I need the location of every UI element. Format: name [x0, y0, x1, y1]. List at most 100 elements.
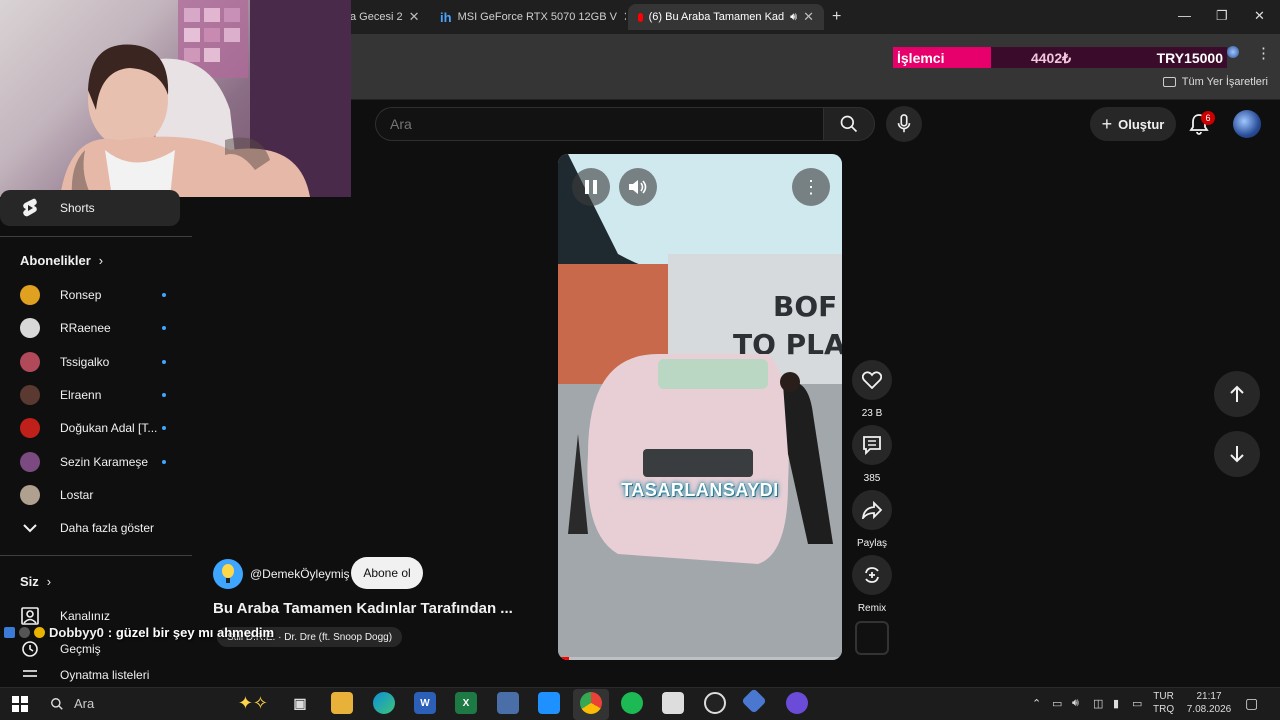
video-title[interactable]: Bu Araba Tamamen Kadınlar Tarafından ...: [213, 600, 543, 617]
browser-tab[interactable]: a Gecesi 2 ✕: [340, 4, 428, 30]
share-label: Paylaş: [856, 538, 887, 549]
chevron-right-icon: ›: [46, 574, 52, 589]
create-button[interactable]: + Oluştur: [1090, 107, 1176, 141]
store-icon[interactable]: [538, 692, 560, 714]
spotify-icon[interactable]: [621, 692, 643, 714]
taskbar-clock[interactable]: 21:17 7.08.2026: [1186, 690, 1232, 716]
tab-title: (6) Bu Araba Tamamen Kad: [648, 11, 785, 23]
keyboard-layout: TRQ: [1153, 704, 1175, 715]
like-action[interactable]: 23 B: [851, 360, 893, 419]
chevron-up-icon[interactable]: ⌃: [1032, 697, 1041, 710]
taskbar-search[interactable]: Ara ✦✧: [42, 689, 278, 718]
sound-thumbnail[interactable]: [855, 621, 889, 655]
plus-icon: +: [1101, 113, 1113, 134]
subscribe-button[interactable]: Abone ol: [351, 557, 423, 589]
speaker-icon[interactable]: 🔊︎: [790, 11, 797, 24]
volume-icon[interactable]: 🔊︎: [1072, 697, 1079, 710]
previous-short-button[interactable]: [1214, 371, 1260, 417]
channel-avatar[interactable]: [213, 559, 243, 589]
avatar: [20, 384, 40, 405]
discord-icon[interactable]: [786, 692, 808, 714]
all-bookmarks-button[interactable]: Tüm Yer İşaretleri: [1162, 76, 1268, 88]
close-icon[interactable]: ✕: [803, 9, 814, 25]
input-language[interactable]: TUR TRQ: [1153, 690, 1174, 716]
sidebar-item-subscription[interactable]: Ronsep: [0, 277, 180, 313]
like-button[interactable]: [852, 360, 892, 400]
sidebar-item-subscription[interactable]: RRaenee: [0, 310, 180, 346]
avatar: [20, 451, 40, 472]
search-input[interactable]: [375, 107, 823, 141]
search-button[interactable]: [823, 107, 875, 141]
comment-button[interactable]: [852, 425, 892, 465]
account-avatar[interactable]: [1233, 110, 1261, 138]
browser-tab[interactable]: ih MSI GeForce RTX 5070 12GB V ✕: [430, 4, 626, 30]
word-icon[interactable]: W: [414, 692, 436, 714]
share-action[interactable]: Paylaş: [851, 490, 893, 549]
clock-date: 7.08.2026: [1186, 704, 1232, 715]
excel-icon[interactable]: X: [455, 692, 477, 714]
video-caption: TASARLANSAYDI: [621, 480, 779, 500]
sidebar-item-subscription[interactable]: Sezin Karameşe: [0, 444, 180, 480]
task-view-icon[interactable]: ▣: [289, 692, 311, 714]
chrome-icon[interactable]: [580, 692, 602, 714]
sidebar-divider: [0, 555, 192, 556]
chevron-down-icon: [20, 518, 40, 538]
menu-dots-icon[interactable]: ⋮: [1256, 44, 1271, 62]
voice-search-button[interactable]: [886, 106, 922, 142]
mic-icon[interactable]: ▮: [1113, 697, 1119, 710]
notification-center-icon[interactable]: ▢: [1245, 695, 1258, 712]
new-tab-button[interactable]: +: [832, 8, 841, 26]
more-options-button[interactable]: ⋮: [792, 168, 830, 206]
sidebar-item-subscription[interactable]: Tssigalko: [0, 344, 180, 380]
profile-icon[interactable]: [1227, 46, 1239, 58]
subscriptions-heading[interactable]: Abonelikler ›: [20, 253, 103, 268]
sidebar-item-playlists[interactable]: Oynatma listeleri: [0, 664, 180, 686]
channel-name[interactable]: @DemekÖyleymiş: [250, 567, 350, 581]
sidebar-item-label: Tssigalko: [60, 354, 110, 369]
folder-icon: [1162, 77, 1176, 87]
remix-icon: [865, 567, 879, 583]
ih-icon: ih: [440, 9, 452, 25]
sparkle-icon: ✦✧: [237, 693, 268, 713]
sidebar-item-label: RRaenee: [60, 321, 111, 336]
you-heading[interactable]: Siz ›: [20, 574, 51, 589]
close-icon[interactable]: ✕: [409, 9, 420, 25]
show-more-button[interactable]: Daha fazla göster: [0, 510, 180, 546]
browser-tab-active[interactable]: (6) Bu Araba Tamamen Kad 🔊︎ ✕: [628, 4, 824, 30]
volume-button[interactable]: [619, 168, 657, 206]
chat-username: Dobbyy0: [49, 625, 104, 640]
minimize-button[interactable]: —: [1178, 8, 1191, 23]
search-icon: [840, 115, 858, 133]
chat-badge-icon: [19, 627, 30, 638]
network-icon[interactable]: ◫: [1093, 697, 1103, 710]
obs-icon[interactable]: [704, 692, 726, 714]
sidebar-item-subscription[interactable]: Doğukan Adal [T...: [0, 410, 180, 446]
close-icon[interactable]: ✕: [623, 9, 626, 25]
maximize-button[interactable]: ❐: [1216, 8, 1228, 24]
calculator-icon[interactable]: [497, 692, 519, 714]
sidebar-divider: [0, 236, 192, 237]
display-icon[interactable]: ▭: [1132, 697, 1142, 710]
remix-action[interactable]: Remix: [851, 555, 893, 614]
share-button[interactable]: [852, 490, 892, 530]
notepad-icon[interactable]: [662, 692, 684, 714]
sidebar-item-shorts[interactable]: Shorts: [0, 190, 180, 226]
sidebar-item-subscription[interactable]: Lostar: [0, 477, 180, 513]
windows-start-icon[interactable]: [12, 696, 28, 717]
history-icon: [20, 639, 40, 659]
sidebar-item-subscription[interactable]: Elraenn: [0, 377, 180, 413]
shorts-video-player[interactable]: BOF TO PLA ⋮ TASARLANSAYDI: [558, 154, 842, 660]
comment-action[interactable]: 385: [851, 425, 893, 484]
more-vert-icon: ⋮: [802, 176, 820, 197]
battery-icon[interactable]: ▭: [1052, 697, 1062, 710]
file-explorer-icon[interactable]: [331, 692, 353, 714]
video-progress-bar[interactable]: [558, 657, 842, 660]
remix-button[interactable]: [852, 555, 892, 595]
sidebar-item-label: Oynatma listeleri: [60, 668, 150, 682]
edge-icon[interactable]: [373, 692, 395, 714]
price-ticker-overlay: İşlemci 4402₺ TRY15000: [893, 47, 1227, 69]
pause-button[interactable]: [572, 168, 610, 206]
close-window-button[interactable]: ✕: [1254, 8, 1265, 24]
next-short-button[interactable]: [1214, 431, 1260, 477]
sidebar-item-label: Geçmiş: [60, 642, 101, 656]
